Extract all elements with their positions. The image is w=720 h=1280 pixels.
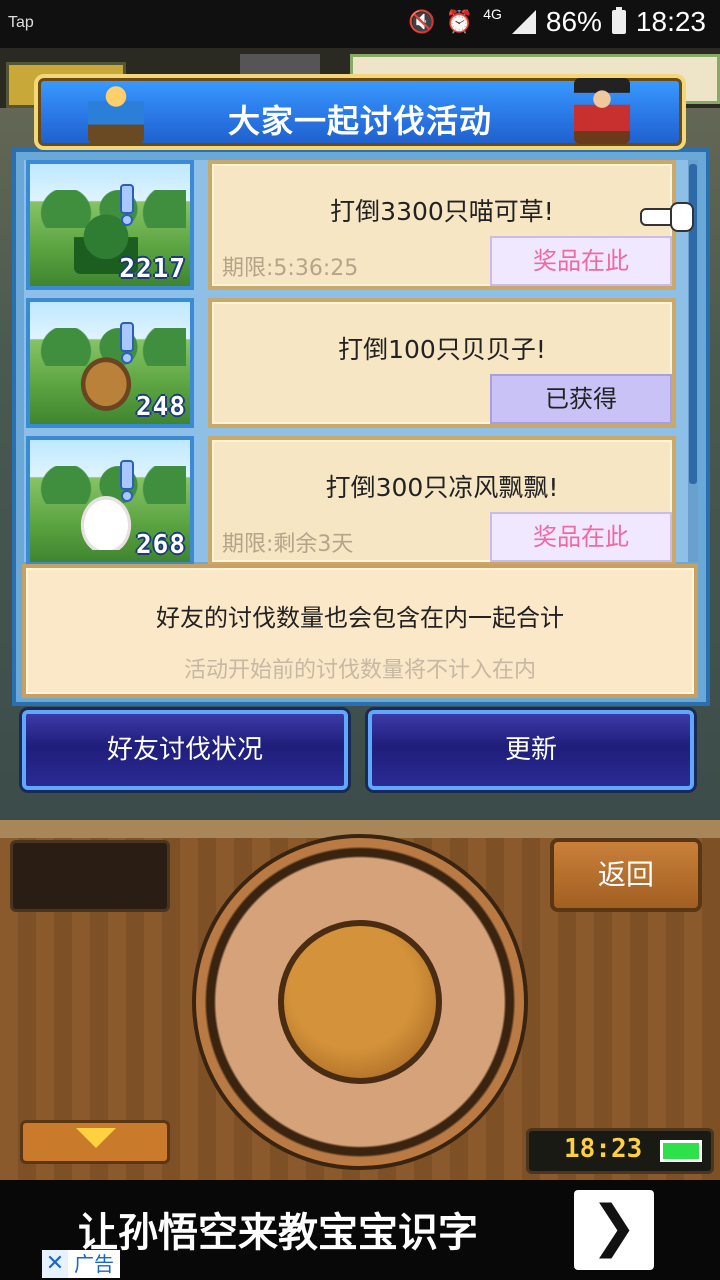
kill-count: 2217: [119, 254, 186, 284]
info-box: 好友的讨伐数量也会包含在内一起合计 活动开始前的讨伐数量将不计入在内: [22, 564, 698, 698]
quest-card: 打倒3300只喵可草! 期限:5:36:25 奖品在此: [208, 160, 676, 290]
kill-count: 268: [136, 530, 186, 560]
info-main-text: 好友的讨伐数量也会包含在内一起合计: [156, 604, 564, 632]
status-icons: 🔇 ⏰ 4G 86% 18:23: [408, 6, 706, 38]
status-time: 18:23: [635, 6, 706, 37]
quest-row[interactable]: 268 打倒300只凉风飘飘! 期限:剩余3天 奖品在此: [24, 436, 698, 568]
quest-time-limit: 期限:剩余3天: [222, 532, 354, 557]
quest-time-limit: 期限:5:36:25: [222, 256, 359, 281]
ad-label: 广告: [68, 1250, 120, 1278]
console-screen-slot: [10, 840, 170, 912]
signal-icon: [511, 10, 536, 34]
quest-card: 打倒100只贝贝子! 已获得: [208, 298, 676, 428]
down-arrow-icon: [76, 1128, 116, 1148]
quest-title: 打倒300只凉风飘飘!: [325, 473, 559, 502]
exclamation-icon: [118, 460, 134, 502]
hand-pointer-icon: [640, 198, 694, 232]
refresh-button[interactable]: 更新: [368, 710, 694, 790]
exclamation-icon: [118, 184, 134, 226]
alarm-icon: ⏰: [445, 9, 474, 34]
prize-button[interactable]: 奖品在此: [490, 512, 672, 562]
quest-title: 打倒100只贝贝子!: [338, 335, 546, 364]
battery-icon: [660, 1140, 702, 1162]
kill-count: 248: [136, 392, 186, 422]
friends-status-button[interactable]: 好友讨伐状况: [22, 710, 348, 790]
ad-tag: ✕ 广告: [42, 1250, 120, 1278]
console-clock-time: 18:23: [564, 1134, 643, 1164]
status-app-label: Tap: [8, 14, 34, 31]
battery-icon: [611, 7, 626, 34]
pirate-avatar-icon: [574, 78, 630, 144]
back-button[interactable]: 返回: [550, 838, 702, 912]
info-sub-text: 活动开始前的讨伐数量将不计入在内: [183, 658, 536, 683]
dpad-center-button[interactable]: [278, 920, 442, 1084]
hero-avatar-icon: [88, 78, 144, 144]
battery-percent: 86%: [545, 6, 602, 37]
close-icon[interactable]: ✕: [42, 1250, 68, 1278]
quest-thumbnail: 248: [26, 298, 194, 428]
status-bar: Tap 🔇 ⏰ 4G 86% 18:23: [0, 0, 720, 48]
quest-row[interactable]: 2217 打倒3300只喵可草! 期限:5:36:25 奖品在此: [24, 160, 698, 292]
quest-list[interactable]: 2217 打倒3300只喵可草! 期限:5:36:25 奖品在此 248 打倒1…: [24, 160, 698, 566]
obtained-button[interactable]: 已获得: [490, 374, 672, 424]
prize-button[interactable]: 奖品在此: [490, 236, 672, 286]
mute-icon: 🔇: [408, 9, 436, 34]
quest-card: 打倒300只凉风飘飘! 期限:剩余3天 奖品在此: [208, 436, 676, 566]
quest-thumbnail: 268: [26, 436, 194, 566]
chevron-right-icon[interactable]: ❯: [574, 1190, 654, 1270]
network-type: 4G: [483, 6, 502, 22]
quest-thumbnail: 2217: [26, 160, 194, 290]
exclamation-icon: [118, 322, 134, 364]
ad-text[interactable]: 让孙悟空来教宝宝识字: [78, 1200, 478, 1258]
quest-title: 打倒3300只喵可草!: [330, 197, 554, 226]
quest-row[interactable]: 248 打倒100只贝贝子! 已获得: [24, 298, 698, 430]
